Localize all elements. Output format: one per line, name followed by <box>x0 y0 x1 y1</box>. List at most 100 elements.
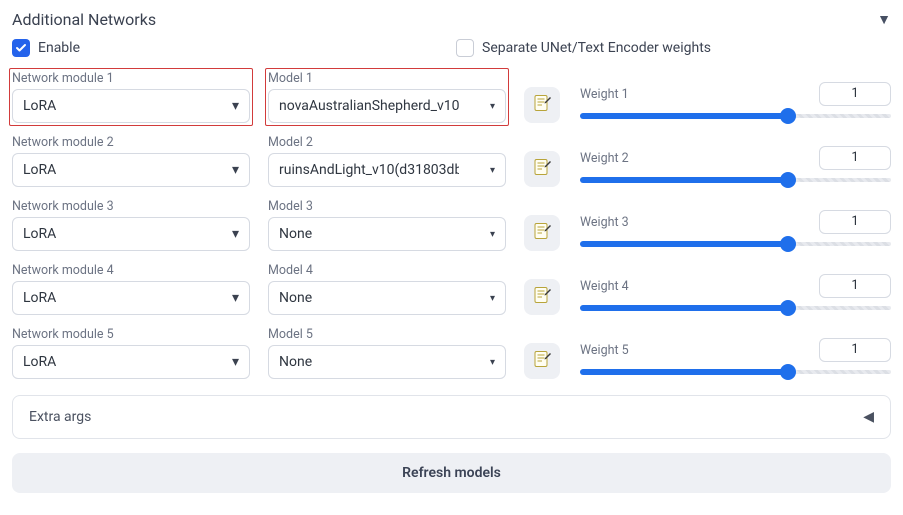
network-module-select[interactable]: LoRA ▾ <box>12 217 250 251</box>
model-select[interactable]: None ▾ <box>268 281 506 315</box>
edit-icon <box>532 349 552 373</box>
network-module-value: LoRA <box>23 98 56 114</box>
model-label: Model 5 <box>268 327 506 342</box>
panel-header: Additional Networks ▼ <box>12 10 891 29</box>
network-module-select[interactable]: LoRA ▾ <box>12 89 250 123</box>
weight-field: Weight 4 1 <box>580 274 891 315</box>
weight-slider[interactable] <box>580 109 891 123</box>
enable-group[interactable]: Enable <box>12 39 80 57</box>
model-value: None <box>279 354 312 370</box>
model-value: None <box>279 226 312 242</box>
weight-input[interactable]: 1 <box>819 274 891 298</box>
chevron-down-icon: ▾ <box>490 357 495 368</box>
network-module-field: Network module 3 LoRA ▾ <box>12 199 250 251</box>
model-select[interactable]: None ▾ <box>268 217 506 251</box>
network-module-label: Network module 3 <box>12 199 250 214</box>
model-value: None <box>279 290 312 306</box>
model-value: novaAustralianShepherd_v10(056 <box>279 98 459 114</box>
weight-label: Weight 2 <box>580 151 629 166</box>
network-module-label: Network module 1 <box>12 71 250 86</box>
weight-field: Weight 2 1 <box>580 146 891 187</box>
network-row: Network module 1 LoRA ▾ Model 1 novaAustrali… <box>12 71 891 123</box>
network-module-label: Network module 5 <box>12 327 250 342</box>
chevron-down-icon: ▾ <box>232 290 239 306</box>
weight-slider[interactable] <box>580 237 891 251</box>
model-select[interactable]: ruinsAndLight_v10(d31803db418 ▾ <box>268 153 506 187</box>
edit-model-button[interactable] <box>524 151 560 187</box>
panel-title: Additional Networks <box>12 10 156 29</box>
weight-label: Weight 4 <box>580 279 629 294</box>
weight-input[interactable]: 1 <box>819 146 891 170</box>
network-module-value: LoRA <box>23 162 56 178</box>
chevron-down-icon: ▾ <box>490 229 495 240</box>
network-row: Network module 5 LoRA ▾ Model 5 None ▾ Weight … <box>12 327 891 379</box>
weight-label: Weight 1 <box>580 87 629 102</box>
network-module-field: Network module 1 LoRA ▾ <box>10 69 252 125</box>
network-module-select[interactable]: LoRA ▾ <box>12 153 250 187</box>
edit-model-button[interactable] <box>524 215 560 251</box>
weight-field: Weight 3 1 <box>580 210 891 251</box>
collapse-icon[interactable]: ▼ <box>877 11 891 28</box>
network-module-select[interactable]: LoRA ▾ <box>12 345 250 379</box>
weight-slider[interactable] <box>580 365 891 379</box>
edit-icon <box>532 157 552 181</box>
edit-icon <box>532 221 552 245</box>
extra-args-label: Extra args <box>29 409 91 425</box>
extra-args-toggle[interactable]: Extra args ◀ <box>12 395 891 439</box>
edit-icon <box>532 285 552 309</box>
network-module-value: LoRA <box>23 226 56 242</box>
separate-checkbox[interactable] <box>456 39 474 57</box>
weight-label: Weight 3 <box>580 215 629 230</box>
model-label: Model 2 <box>268 135 506 150</box>
refresh-models-button[interactable]: Refresh models <box>12 453 891 493</box>
model-field: Model 4 None ▾ <box>268 263 506 315</box>
network-module-label: Network module 4 <box>12 263 250 278</box>
edit-model-button[interactable] <box>524 87 560 123</box>
chevron-down-icon: ▾ <box>232 162 239 178</box>
model-select[interactable]: novaAustralianShepherd_v10(056 ▾ <box>268 89 506 123</box>
separate-group[interactable]: Separate UNet/Text Encoder weights <box>456 39 711 57</box>
chevron-down-icon: ▾ <box>232 226 239 242</box>
network-rows: Network module 1 LoRA ▾ Model 1 novaAustrali… <box>12 71 891 379</box>
edit-model-button[interactable] <box>524 279 560 315</box>
weight-input[interactable]: 1 <box>819 338 891 362</box>
network-module-value: LoRA <box>23 290 56 306</box>
model-label: Model 3 <box>268 199 506 214</box>
weight-input[interactable]: 1 <box>819 210 891 234</box>
separate-label: Separate UNet/Text Encoder weights <box>482 40 711 56</box>
model-field: Model 3 None ▾ <box>268 199 506 251</box>
model-label: Model 1 <box>268 71 506 86</box>
weight-field: Weight 1 1 <box>580 82 891 123</box>
model-select[interactable]: None ▾ <box>268 345 506 379</box>
weight-input[interactable]: 1 <box>819 82 891 106</box>
network-module-label: Network module 2 <box>12 135 250 150</box>
chevron-down-icon: ▾ <box>232 354 239 370</box>
chevron-down-icon: ▾ <box>490 165 495 176</box>
network-module-field: Network module 4 LoRA ▾ <box>12 263 250 315</box>
model-field: Model 1 novaAustralianShepherd_v10(056 ▾ <box>266 69 508 125</box>
weight-slider[interactable] <box>580 173 891 187</box>
options-row: Enable Separate UNet/Text Encoder weight… <box>12 39 891 57</box>
model-label: Model 4 <box>268 263 506 278</box>
network-row: Network module 3 LoRA ▾ Model 3 None ▾ Weight … <box>12 199 891 251</box>
chevron-left-icon: ◀ <box>863 409 874 425</box>
chevron-down-icon: ▾ <box>232 98 239 114</box>
weight-slider[interactable] <box>580 301 891 315</box>
weight-field: Weight 5 1 <box>580 338 891 379</box>
model-field: Model 5 None ▾ <box>268 327 506 379</box>
weight-label: Weight 5 <box>580 343 629 358</box>
network-module-value: LoRA <box>23 354 56 370</box>
network-module-field: Network module 5 LoRA ▾ <box>12 327 250 379</box>
model-field: Model 2 ruinsAndLight_v10(d31803db418 ▾ <box>268 135 506 187</box>
refresh-models-label: Refresh models <box>402 465 501 481</box>
enable-checkbox[interactable] <box>12 39 30 57</box>
edit-model-button[interactable] <box>524 343 560 379</box>
chevron-down-icon: ▾ <box>490 101 495 112</box>
network-module-field: Network module 2 LoRA ▾ <box>12 135 250 187</box>
edit-icon <box>532 93 552 117</box>
enable-label: Enable <box>38 40 80 56</box>
network-module-select[interactable]: LoRA ▾ <box>12 281 250 315</box>
network-row: Network module 4 LoRA ▾ Model 4 None ▾ Weight … <box>12 263 891 315</box>
model-value: ruinsAndLight_v10(d31803db418 <box>279 162 459 178</box>
chevron-down-icon: ▾ <box>490 293 495 304</box>
